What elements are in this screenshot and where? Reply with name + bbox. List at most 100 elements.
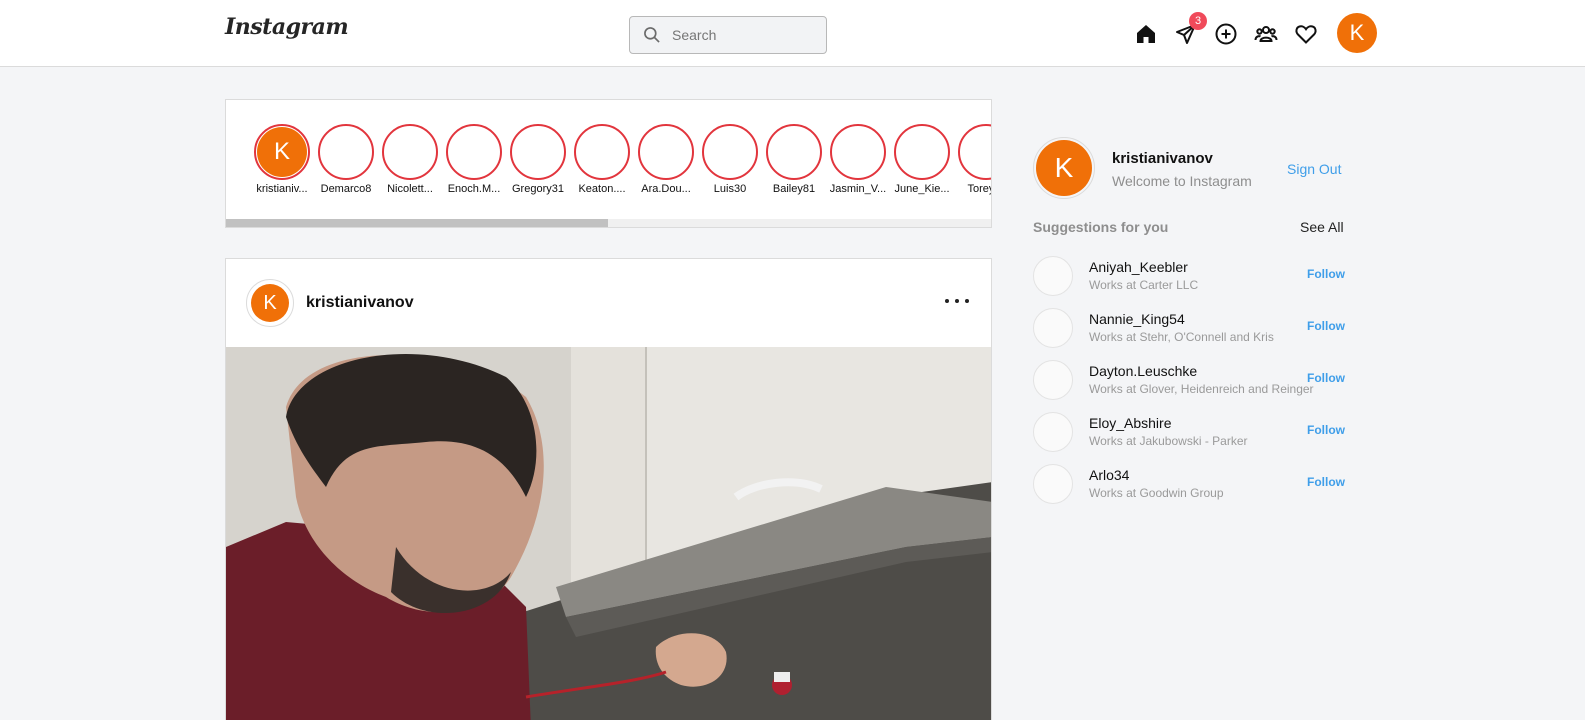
story-username: Nicolett... <box>387 183 433 195</box>
story-username: Bailey81 <box>772 183 816 195</box>
suggestion-item: Dayton.Leuschke Works at Glover, Heidenr… <box>1033 360 1353 412</box>
story-avatar-ring <box>894 124 950 180</box>
suggestion-subtitle: Works at Goodwin Group <box>1089 486 1224 500</box>
story-username: Gregory31 <box>512 183 564 195</box>
story-username: Demarco8 <box>320 183 372 195</box>
story-avatar-ring <box>638 124 694 180</box>
story-avatar-ring <box>510 124 566 180</box>
story-item[interactable]: Jasmin_V... <box>826 124 890 195</box>
sign-out-button[interactable]: Sign Out <box>1287 161 1341 177</box>
story-username: Luis30 <box>713 183 747 195</box>
follow-button[interactable]: Follow <box>1307 267 1345 281</box>
story-item[interactable]: Keaton.... <box>570 124 634 195</box>
current-user-avatar[interactable]: K <box>1033 137 1095 199</box>
suggestion-item: Eloy_Abshire Works at Jakubowski - Parke… <box>1033 412 1353 464</box>
new-post-button[interactable] <box>1213 21 1239 47</box>
top-navigation-bar: Instagram 3 <box>0 0 1585 67</box>
direct-messages-button[interactable]: 3 <box>1173 12 1207 47</box>
current-user-subtitle: Welcome to Instagram <box>1112 173 1252 189</box>
story-avatar-ring <box>446 124 502 180</box>
story-username: Jasmin_V... <box>829 183 887 195</box>
more-dot-icon <box>965 299 969 303</box>
suggestion-username[interactable]: Nannie_King54 <box>1089 311 1185 327</box>
story-item[interactable]: Torey.R <box>954 124 991 195</box>
story-avatar-ring <box>958 124 991 180</box>
follow-button[interactable]: Follow <box>1307 475 1345 489</box>
search-icon <box>644 27 660 43</box>
story-item[interactable]: Nicolett... <box>378 124 442 195</box>
story-item[interactable]: June_Kie... <box>890 124 954 195</box>
suggestion-avatar[interactable] <box>1033 412 1073 452</box>
suggestion-item: Nannie_King54 Works at Stehr, O'Connell … <box>1033 308 1353 360</box>
suggestion-username[interactable]: Aniyah_Keebler <box>1089 259 1188 275</box>
profile-avatar-button[interactable]: K <box>1337 13 1377 53</box>
story-item[interactable]: Enoch.M... <box>442 124 506 195</box>
post-author-username[interactable]: kristianivanov <box>306 294 414 312</box>
stories-scrollbar[interactable] <box>226 219 991 227</box>
story-item[interactable]: Demarco8 <box>314 124 378 195</box>
post-author-avatar-letter: K <box>251 284 289 322</box>
suggestion-avatar[interactable] <box>1033 256 1073 296</box>
story-username: June_Kie... <box>894 183 950 195</box>
more-dot-icon <box>945 299 949 303</box>
see-all-link[interactable]: See All <box>1300 219 1344 235</box>
nav-icons: 3 <box>1133 12 1333 54</box>
people-button[interactable] <box>1253 21 1279 47</box>
suggestions-title: Suggestions for you <box>1033 219 1169 235</box>
suggestion-subtitle: Works at Glover, Heidenreich and Reinger <box>1089 382 1314 396</box>
suggestion-subtitle: Works at Carter LLC <box>1089 278 1199 292</box>
suggestion-subtitle: Works at Jakubowski - Parker <box>1089 434 1248 448</box>
story-item[interactable]: Ara.Dou... <box>634 124 698 195</box>
suggestion-item: Arlo34 Works at Goodwin Group Follow <box>1033 464 1353 516</box>
follow-button[interactable]: Follow <box>1307 371 1345 385</box>
story-username: Torey.R <box>967 183 991 195</box>
more-dot-icon <box>955 299 959 303</box>
suggestion-avatar[interactable] <box>1033 360 1073 400</box>
feed-post: K kristianivanov <box>225 258 992 720</box>
new-post-icon <box>1215 23 1237 45</box>
people-icon <box>1254 26 1278 42</box>
suggestion-avatar[interactable] <box>1033 464 1073 504</box>
suggestion-username[interactable]: Arlo34 <box>1089 467 1129 483</box>
suggestion-username[interactable]: Dayton.Leuschke <box>1089 363 1197 379</box>
follow-button[interactable]: Follow <box>1307 319 1345 333</box>
suggestion-item: Aniyah_Keebler Works at Carter LLC Follo… <box>1033 256 1353 308</box>
story-avatar-ring <box>382 124 438 180</box>
search-box[interactable] <box>629 16 827 54</box>
story-avatar-ring <box>830 124 886 180</box>
story-username: kristianiv... <box>256 183 308 195</box>
post-photo[interactable] <box>226 347 991 720</box>
home-button[interactable] <box>1133 21 1159 47</box>
suggestions-list: Aniyah_Keebler Works at Carter LLC Follo… <box>1033 256 1353 516</box>
current-user-username[interactable]: kristianivanov <box>1112 150 1213 167</box>
suggestion-username[interactable]: Eloy_Abshire <box>1089 415 1172 431</box>
story-item[interactable]: Bailey81 <box>762 124 826 195</box>
heart-icon <box>1295 25 1317 44</box>
post-options-button[interactable] <box>945 291 969 311</box>
story-username: Keaton.... <box>578 183 626 195</box>
follow-button[interactable]: Follow <box>1307 423 1345 437</box>
messages-badge: 3 <box>1189 12 1207 30</box>
story-avatar-ring <box>766 124 822 180</box>
story-item[interactable]: Gregory31 <box>506 124 570 195</box>
home-icon <box>1137 25 1155 43</box>
stories-list: Kkristianiv... Demarco8 Nicolett... Enoch.M… <box>250 124 991 195</box>
story-avatar-letter: K <box>257 127 307 177</box>
search-input[interactable] <box>672 27 812 43</box>
instagram-logo[interactable]: Instagram <box>225 14 349 40</box>
story-avatar-ring: K <box>254 124 310 180</box>
suggestion-subtitle: Works at Stehr, O'Connell and Kris <box>1089 330 1274 344</box>
stories-scrollbar-thumb[interactable] <box>226 219 608 227</box>
post-header: K kristianivanov <box>226 259 991 347</box>
story-item-own[interactable]: Kkristianiv... <box>250 124 314 195</box>
story-username: Ara.Dou... <box>641 183 691 195</box>
activity-button[interactable] <box>1293 21 1319 47</box>
story-avatar-ring <box>574 124 630 180</box>
post-author-avatar[interactable]: K <box>246 279 294 327</box>
story-username: Enoch.M... <box>447 183 501 195</box>
current-user-avatar-letter: K <box>1036 140 1092 196</box>
story-item[interactable]: Luis30 <box>698 124 762 195</box>
suggestion-avatar[interactable] <box>1033 308 1073 348</box>
stories-tray: Kkristianiv... Demarco8 Nicolett... Enoch.M… <box>225 99 992 228</box>
story-avatar-ring <box>702 124 758 180</box>
